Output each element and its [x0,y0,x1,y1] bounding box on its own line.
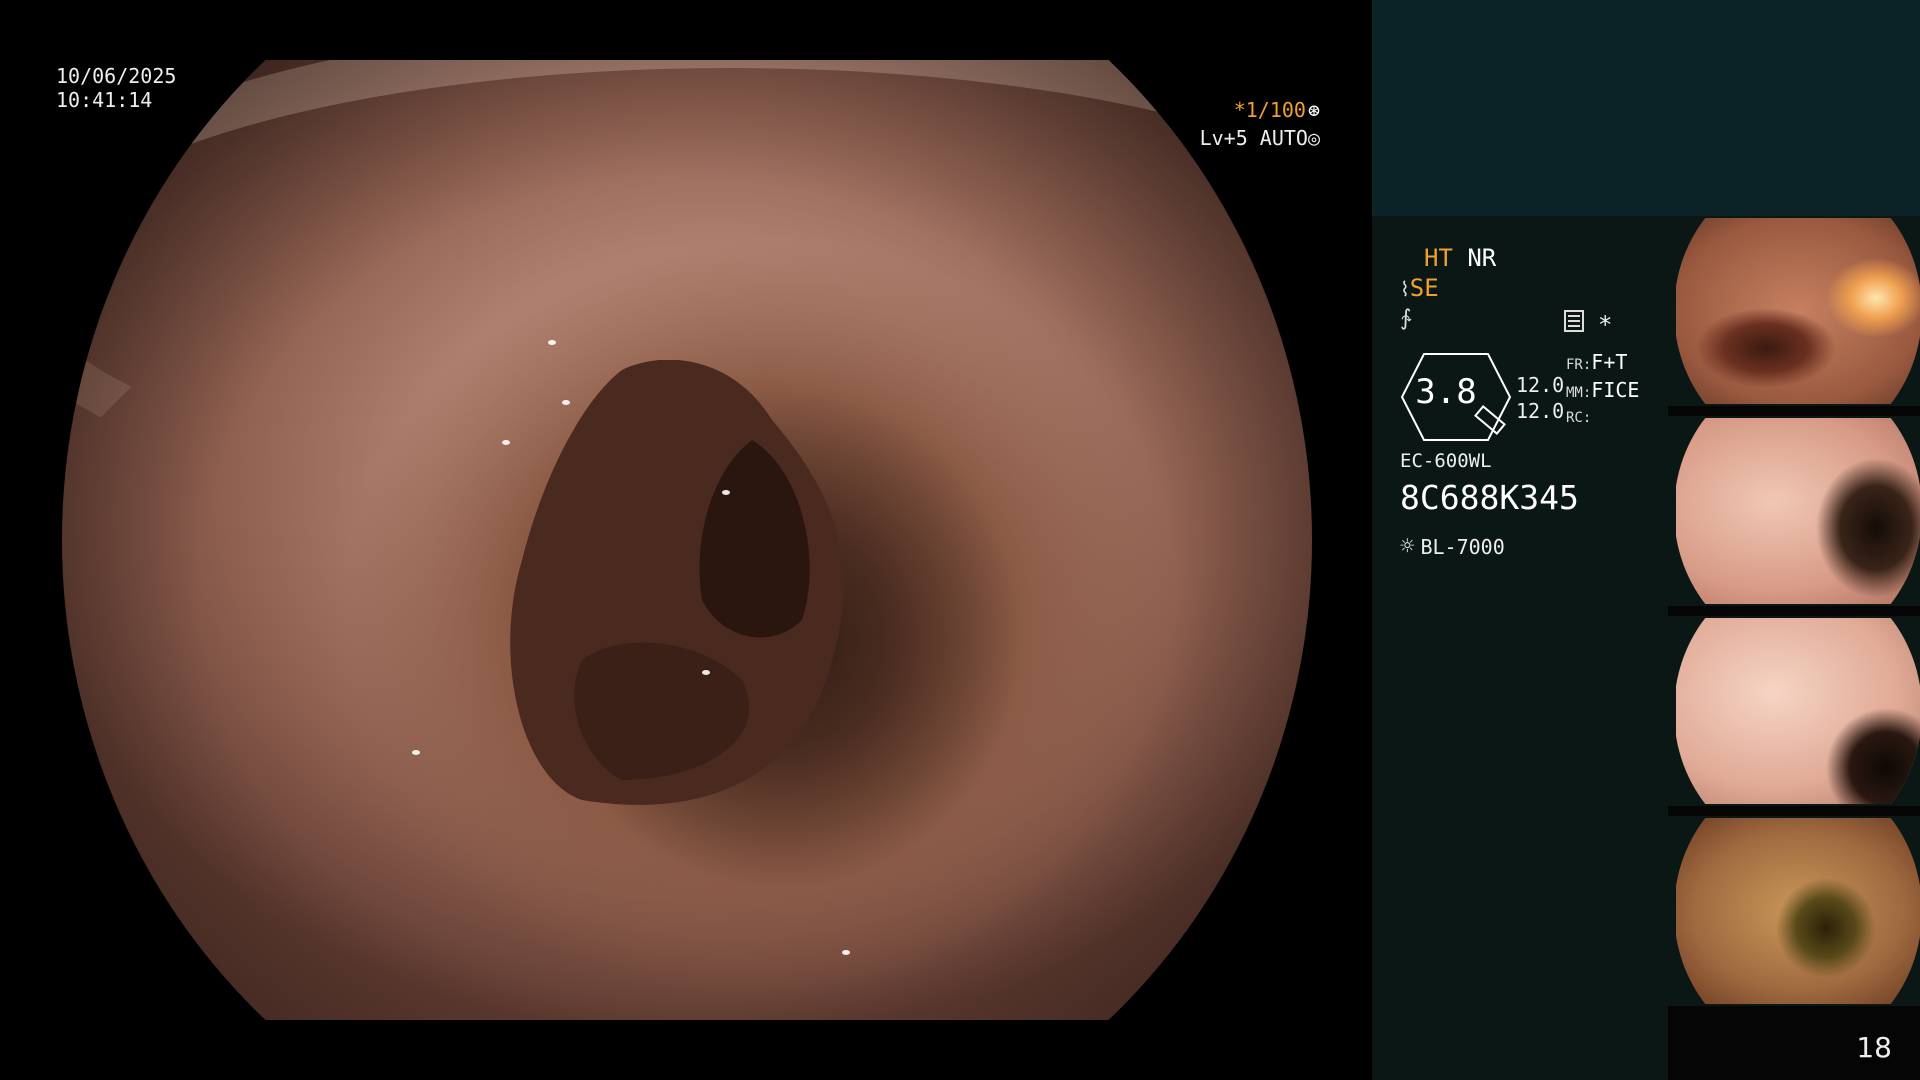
side-panel: HT NR ⌇SE ∱ ∗ 3.8 12.0 12.0 FR:F+T MM:FI… [1372,0,1920,1080]
scope-serial: 8C688K345 [1400,478,1579,517]
level-text: Lv+5 AUTO [1199,126,1308,150]
mm-label: MM: [1566,385,1592,401]
ht-indicator: HT [1424,244,1453,272]
mm-value: FICE [1591,378,1640,402]
exposure-level-readout: Lv+5 AUTO◎ [1200,126,1320,150]
zoom-value: 3.8 [1415,372,1477,412]
processing-mode: HT NR [1424,244,1496,272]
fr-label: FR: [1566,357,1592,373]
side-panel-header [1372,0,1920,216]
captured-thumbnail[interactable] [1668,216,1920,406]
mode-settings: FR:F+T MM:FICE RC: [1566,350,1639,431]
structure-enhance-icon: ⌇ [1400,277,1410,301]
light-source: ☼ BL-7000 [1400,532,1505,560]
scope-model: EC-600WL [1400,450,1492,472]
numeric-values: 12.0 12.0 [1516,372,1564,424]
light-source-text: BL-7000 [1420,535,1505,559]
auto-iris-icon: ◎ [1307,126,1320,150]
value-1: 12.0 [1516,373,1565,397]
shutter-wheel-icon: ⊛ [1307,98,1320,122]
structure-enhance: ⌇SE [1400,274,1439,302]
settings-panel [1372,216,1668,1080]
captured-thumbnail[interactable] [1668,816,1920,1006]
thumbnail-image [1676,818,1920,1004]
date-text: 10/06/2025 [56,64,177,88]
thumbnail-image [1676,418,1920,604]
nr-indicator: NR [1467,244,1497,272]
asterisk-icon: ∗ [1598,306,1613,334]
color-enhance-icon: ∱ [1400,306,1412,331]
light-source-icon: ☼ [1400,532,1415,560]
se-indicator: SE [1409,274,1439,302]
captured-thumbnail[interactable] [1668,416,1920,606]
captured-thumbnail[interactable] [1668,616,1920,806]
timestamp: 10/06/2025 10:41:14 [56,64,176,112]
page-number: 18 [1856,1031,1892,1064]
rc-label: RC: [1566,410,1592,426]
shutter-readout: *1/100 ⊛ [1234,98,1320,122]
endoscope-main-view: 10/06/2025 10:41:14 *1/100 ⊛ Lv+5 AUTO◎ [0,0,1372,1080]
image-vignette [62,60,1312,1020]
fr-value: F+T [1591,350,1628,374]
thumbnail-image [1676,618,1920,804]
time-text: 10:41:14 [56,88,153,112]
value-2: 12.0 [1516,399,1565,423]
menu-icon [1564,310,1584,332]
endoscopic-image [62,60,1312,1020]
shutter-text: *1/100 [1233,98,1306,122]
thumbnail-image [1676,218,1920,404]
